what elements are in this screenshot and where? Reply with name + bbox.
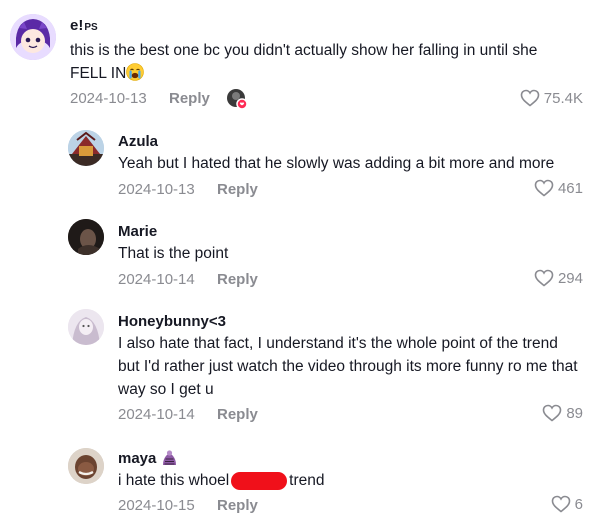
username[interactable]: Honeybunny<3 — [118, 313, 226, 330]
like-button[interactable]: 294 — [534, 269, 583, 287]
reply-button[interactable]: Reply — [217, 406, 258, 423]
avatar[interactable] — [68, 219, 104, 255]
username[interactable]: maya — [118, 449, 178, 470]
comment-date: 2024-10-13 — [70, 90, 147, 107]
username-text: maya — [118, 450, 157, 467]
comment-text: Yeah but I hated that he slowly was addi… — [118, 155, 555, 172]
heart-icon — [534, 269, 554, 287]
like-button[interactable]: 75.4K — [520, 89, 583, 107]
heart-icon — [534, 179, 554, 197]
comment-date: 2024-10-14 — [118, 271, 195, 288]
like-count: 6 — [574, 495, 583, 513]
reply-button[interactable]: Reply — [217, 497, 258, 514]
username[interactable]: Azula — [118, 133, 158, 150]
comment-text: That is the point — [118, 245, 229, 262]
reply-button[interactable]: Reply — [217, 181, 258, 198]
comment-text-after: trend — [289, 472, 325, 489]
reply-button[interactable]: Reply — [169, 90, 210, 107]
username-suffix: PS — [84, 22, 98, 33]
heart-icon — [543, 404, 562, 422]
avatar[interactable] — [68, 309, 104, 345]
creator-liked-avatar — [226, 88, 248, 110]
comment-date: 2024-10-15 — [118, 497, 195, 514]
reply-button[interactable]: Reply — [217, 271, 258, 288]
like-count: 294 — [557, 269, 583, 287]
heart-icon — [551, 495, 570, 513]
mummy-emoji-icon — [161, 449, 178, 470]
avatar[interactable] — [68, 448, 104, 484]
comment-date: 2024-10-13 — [118, 181, 195, 198]
reply-comment: Azula Yeah but I hated that he slowly wa… — [0, 120, 595, 210]
like-count: 89 — [566, 404, 583, 422]
like-count: 75.4K — [543, 89, 583, 107]
crying-face-emoji-icon — [126, 63, 145, 88]
redaction-mark — [231, 471, 288, 490]
avatar[interactable] — [68, 130, 104, 166]
comment-top-level: e!PS this is the best one bc you didn't … — [0, 0, 595, 120]
reply-comment: maya i hate this whoel trend 2024-10-15 R… — [0, 440, 595, 530]
like-button[interactable]: 461 — [534, 179, 583, 197]
like-button[interactable]: 89 — [542, 404, 583, 422]
reply-comment: Marie That is the point 2024-10-14 Reply… — [0, 210, 595, 300]
avatar[interactable] — [10, 14, 56, 60]
username[interactable]: Marie — [118, 223, 157, 240]
comment-text: I also hate that fact, I understand it's… — [118, 335, 578, 398]
username-text: e! — [70, 17, 84, 34]
comment-text: this is the best one bc you didn't actua… — [70, 39, 575, 88]
reply-comment: Honeybunny<3 I also hate that fact, I un… — [0, 300, 595, 440]
heart-icon — [520, 89, 540, 107]
like-count: 461 — [557, 179, 583, 197]
username[interactable]: e!PS — [70, 17, 98, 34]
comment-text: i hate this whoel trend — [118, 469, 583, 492]
like-button[interactable]: 6 — [551, 495, 583, 513]
comment-date: 2024-10-14 — [118, 406, 195, 423]
comment-text-before: i hate this whoel — [118, 472, 230, 489]
